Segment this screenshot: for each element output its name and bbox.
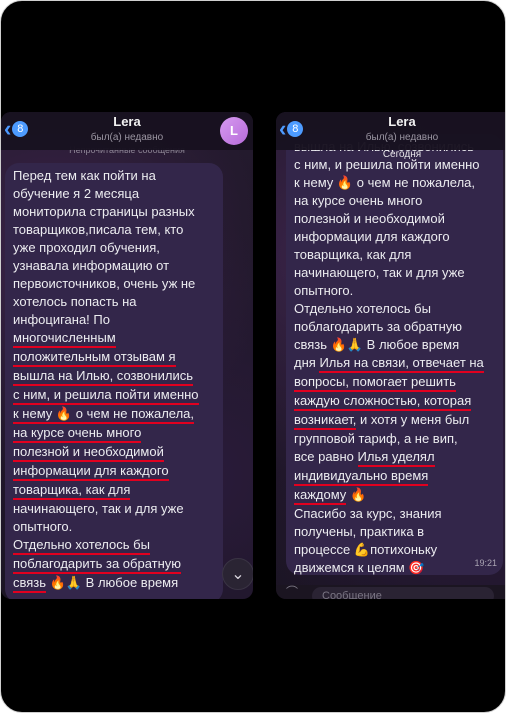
message-line: получены, практика в xyxy=(294,524,425,539)
message-line: информации для каждого xyxy=(13,463,169,481)
message-line: Илья уделял xyxy=(357,449,435,467)
message-line: хотелось попасть на xyxy=(13,294,137,309)
message-line: Отдельно хотелось бы xyxy=(13,537,150,555)
message-line: информации для каждого xyxy=(294,229,450,244)
message-line: опытного. xyxy=(294,283,354,298)
message-line: о чем не пожалела, xyxy=(356,175,476,190)
message-line: обучение я 2 месяца xyxy=(13,186,140,201)
message-line: связь xyxy=(13,575,47,590)
message-line: к нему xyxy=(294,175,334,190)
chat-header: ‹ 8 Lera был(а) недавно xyxy=(276,112,505,150)
message-line: потихоньку xyxy=(370,542,438,557)
message-line: все равно xyxy=(294,449,354,464)
message-line: групповой тариф, а не вип, xyxy=(294,431,458,446)
message-line: вопросы, помогает решить xyxy=(294,374,456,392)
chat-header: ‹ 8 Lera был(а) недавно L xyxy=(1,112,253,150)
message-line: узнавала информацию от xyxy=(13,258,170,273)
chat-panel-right: ‹ 8 Lera был(а) недавно Сегодня вышла на… xyxy=(276,112,505,599)
pray-emoji: 🙏 xyxy=(346,337,364,352)
message-line: товарщика, как для xyxy=(294,247,412,262)
contact-name[interactable]: Lera xyxy=(276,114,505,129)
message-line: начинающего, так и для уже xyxy=(294,265,465,280)
message-input-bar: ⌒ Сообщение ● xyxy=(276,583,505,599)
contact-status: был(а) недавно xyxy=(365,132,439,143)
message-line: и хотя у меня был xyxy=(360,412,470,427)
message-line: вышла на Илью, созвонились xyxy=(13,368,194,386)
message-line: к нему xyxy=(13,406,53,421)
contact-name[interactable]: Lera xyxy=(1,114,253,129)
message-line: на курсе очень много xyxy=(294,193,423,208)
message-line: поблагодарить за обратную xyxy=(294,319,463,334)
message-bubble: Перед тем как пойти на обучение я 2 меся… xyxy=(5,163,223,599)
message-line: товарщика, как для xyxy=(13,482,131,500)
message-line: на курсе очень много xyxy=(13,425,142,443)
message-line: полезной и необходимой xyxy=(294,211,445,226)
message-line: первоисточников, очень уж не xyxy=(13,276,196,291)
message-line: товарщиков,писала тем, кто xyxy=(13,222,184,237)
fire-emoji: 🔥 xyxy=(349,487,367,502)
contact-status: был(а) недавно xyxy=(90,132,164,143)
message-line: В любое время xyxy=(366,337,460,352)
message-bubble: вышла на Илью, созвонились с ним, и реши… xyxy=(286,134,503,575)
date-divider: Сегодня xyxy=(382,149,422,160)
message-time: 19:21 xyxy=(474,558,497,568)
message-line: индивидуально время xyxy=(294,468,429,486)
fire-emoji: 🔥 xyxy=(336,175,354,190)
message-line: поблагодарить за обратную xyxy=(13,556,182,574)
message-line: движемся к целям xyxy=(294,560,405,575)
message-line: процессе xyxy=(294,542,351,557)
scroll-down-button[interactable]: ⌄ xyxy=(222,558,253,590)
message-line: уже проходил обучения, xyxy=(13,240,160,255)
message-line: Отдельно хотелось бы xyxy=(294,301,431,316)
message-line: связь xyxy=(294,337,328,352)
fire-emoji: 🔥 xyxy=(49,575,66,590)
message-line: Спасибо за курс, знания xyxy=(294,506,442,521)
message-line: многочисленным xyxy=(13,330,116,348)
chevron-down-icon: ⌄ xyxy=(231,566,245,583)
message-line: каждую сложностью, которая xyxy=(294,393,472,411)
message-line: начинающего, так и для уже xyxy=(13,501,184,516)
chat-panel-left: ‹ 8 Lera был(а) недавно L Непрочитанные … xyxy=(1,112,253,599)
screenshot-frame: ‹ 8 Lera был(а) недавно L Непрочитанные … xyxy=(0,0,506,713)
message-line: о чем не пожалела, xyxy=(75,406,195,421)
message-line: полезной и необходимой xyxy=(13,444,164,462)
message-line: положительным отзывам я xyxy=(13,349,176,367)
message-line: возникает, xyxy=(294,412,357,430)
pray-emoji: 🙏 xyxy=(65,575,83,590)
target-emoji: 🎯 xyxy=(408,560,425,575)
message-line: Илья на связи, отвечает на xyxy=(319,355,484,373)
message-line: опытного. xyxy=(13,519,73,534)
message-input[interactable]: Сообщение xyxy=(312,587,494,599)
message-line: инфоцигана! По xyxy=(13,312,110,327)
fire-emoji: 🔥 xyxy=(55,406,73,421)
message-line: Перед тем как пойти на xyxy=(13,168,156,183)
message-line: дня xyxy=(294,355,316,370)
paperclip-icon[interactable]: ⌒ xyxy=(286,583,298,599)
message-line: каждому xyxy=(294,487,347,505)
muscle-emoji: 💪 xyxy=(353,542,371,557)
avatar[interactable]: L xyxy=(220,117,248,145)
fire-emoji: 🔥 xyxy=(330,337,347,352)
message-line: мониторила страницы разных xyxy=(13,204,195,219)
message-line: В любое время xyxy=(85,575,179,590)
message-line: с ним, и решила пойти именно xyxy=(13,387,199,405)
